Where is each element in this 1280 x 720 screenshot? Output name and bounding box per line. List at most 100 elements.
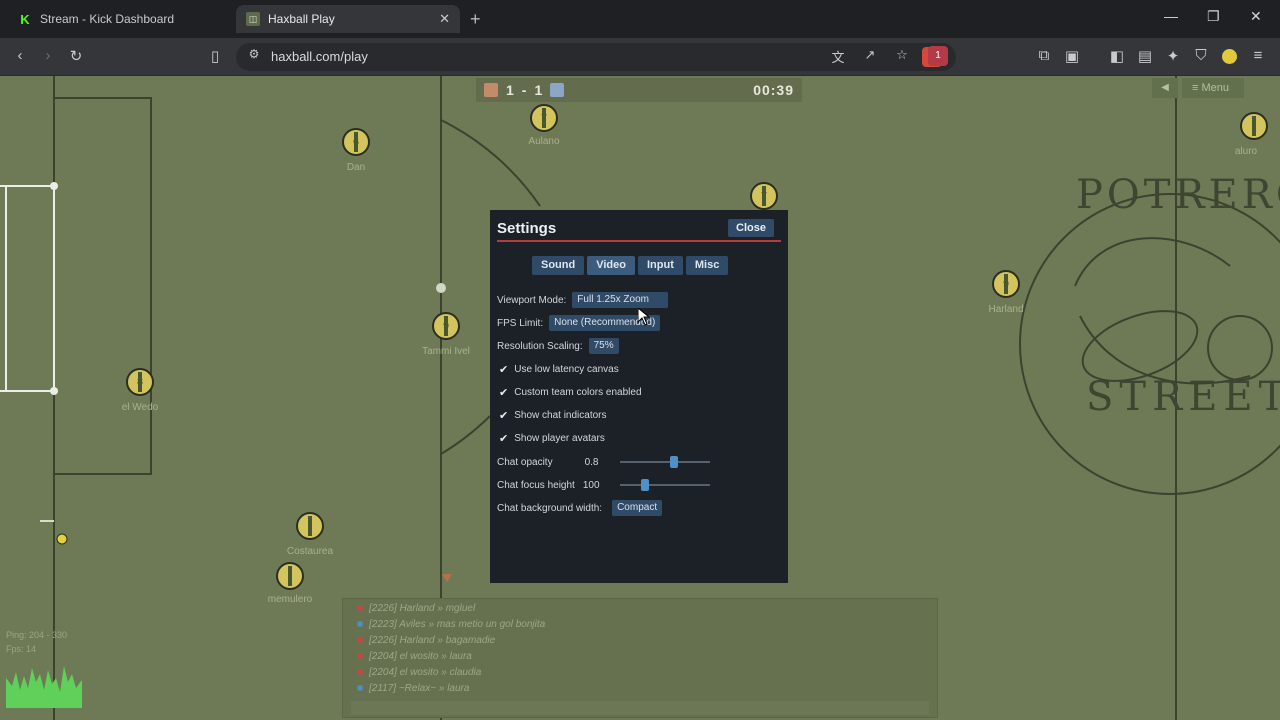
chat-focus-height-row: Chat focus height 100 bbox=[497, 477, 605, 493]
chat-background-width-select[interactable]: Compact bbox=[612, 500, 663, 516]
chat-message: [2226] Harland » bagamadie bbox=[357, 633, 495, 647]
player-name: aluro bbox=[1234, 146, 1258, 157]
title-divider bbox=[497, 240, 781, 242]
reload-icon[interactable]: ↻ bbox=[66, 47, 86, 67]
screenshot-icon[interactable]: ▣ bbox=[1062, 47, 1082, 67]
chat-message: [2223] Aviles » mas metio un gol bonjita bbox=[357, 617, 545, 631]
resolution-scaling-select[interactable]: 75% bbox=[588, 338, 619, 354]
blue-team-dot-icon bbox=[357, 685, 363, 691]
chat-focus-height-slider-handle[interactable] bbox=[641, 479, 649, 491]
forward-icon[interactable]: › bbox=[38, 47, 58, 67]
fps-graph bbox=[6, 666, 82, 708]
chat-focus-height-value: 100 bbox=[582, 479, 600, 491]
red-team-dot-icon bbox=[357, 637, 363, 643]
player-disc bbox=[296, 512, 324, 540]
chat-focus-height-slider[interactable] bbox=[620, 484, 710, 486]
checkbox-label: Show player avatars bbox=[514, 432, 605, 444]
player-number: 9 bbox=[1003, 278, 1009, 290]
sidebar-icon[interactable]: ◧ bbox=[1107, 47, 1127, 67]
chat-opacity-label: Chat opacity bbox=[497, 456, 553, 468]
window-close-icon[interactable]: ✕ bbox=[1250, 8, 1262, 25]
star-icon[interactable]: ☆ bbox=[892, 47, 912, 67]
settings-tabs: Sound Video Input Misc bbox=[532, 256, 729, 275]
tab-haxball-play[interactable]: ◫ Haxball Play ✕ bbox=[236, 5, 460, 33]
red-team-icon bbox=[484, 83, 498, 97]
checkbox-label: Use low latency canvas bbox=[514, 363, 619, 375]
extensions-icon[interactable]: ⧉ bbox=[1034, 47, 1054, 67]
tab-kick-dashboard[interactable]: K Stream - Kick Dashboard bbox=[8, 5, 232, 33]
blue-team-icon bbox=[550, 83, 565, 97]
tab-title: Stream - Kick Dashboard bbox=[40, 12, 175, 26]
tab-sound[interactable]: Sound bbox=[532, 256, 585, 275]
tab-input[interactable]: Input bbox=[637, 256, 683, 275]
player-name: Costaurea bbox=[286, 546, 334, 557]
tab-close-icon[interactable]: ✕ bbox=[439, 11, 450, 27]
chat-opacity-slider-handle[interactable] bbox=[670, 456, 678, 468]
tab-misc[interactable]: Misc bbox=[685, 256, 729, 275]
chat-focus-height-label: Chat focus height bbox=[497, 479, 575, 491]
leo-icon[interactable]: ✦ bbox=[1163, 47, 1183, 67]
chat-opacity-slider[interactable] bbox=[620, 461, 710, 463]
translate-icon[interactable]: 文 bbox=[828, 47, 848, 67]
player-disc: 6 bbox=[342, 128, 370, 156]
custom-team-colors-checkbox[interactable]: ✔ Custom team colors enabled bbox=[497, 384, 642, 400]
viewport-mode-row: Viewport Mode: Full 1.25x Zoom bbox=[497, 292, 669, 308]
chat-text: [2117] ~Relax~ » laura bbox=[369, 682, 470, 694]
minimize-icon[interactable]: — bbox=[1164, 8, 1178, 24]
restore-icon[interactable]: ❐ bbox=[1207, 8, 1220, 25]
chat-text: [2226] Harland » bagamadie bbox=[369, 634, 496, 646]
player-disc bbox=[1240, 112, 1268, 140]
wallet-icon[interactable]: ▤ bbox=[1135, 47, 1155, 67]
player-name: Tammi Ivel bbox=[422, 346, 470, 357]
chat-message: [2117] ~Relax~ » laura bbox=[357, 681, 469, 695]
fps-readout: Fps: 14 bbox=[6, 644, 37, 654]
player-disc: 9 bbox=[432, 312, 460, 340]
checkmark-icon: ✔ bbox=[499, 386, 509, 399]
share-icon[interactable]: ↗ bbox=[860, 47, 880, 67]
score-red: 1 bbox=[506, 82, 514, 98]
viewport-mode-select[interactable]: Full 1.25x Zoom bbox=[572, 292, 669, 308]
checkmark-icon: ✔ bbox=[499, 409, 509, 422]
bookmark-icon[interactable]: ▯ bbox=[205, 47, 225, 67]
haxball-favicon-icon: ◫ bbox=[246, 12, 260, 26]
chat-opacity-row: Chat opacity 0.8 bbox=[497, 454, 607, 470]
stadium-logo-bottom: STREET bbox=[1086, 374, 1280, 420]
player-avatars-checkbox[interactable]: ✔ Show player avatars bbox=[497, 430, 605, 446]
player-name: Aulano bbox=[528, 136, 560, 147]
low-latency-checkbox[interactable]: ✔ Use low latency canvas bbox=[497, 361, 619, 377]
checkbox-label: Custom team colors enabled bbox=[514, 386, 642, 398]
player-number: 9 bbox=[443, 320, 449, 332]
rewards-icon[interactable]: 1 bbox=[928, 46, 948, 66]
vpn-icon[interactable]: ⛉ bbox=[1191, 47, 1211, 67]
stadium-logo-top: POTRERO bbox=[1076, 172, 1280, 218]
chat-input[interactable] bbox=[351, 701, 929, 715]
ping-readout: Ping: 204 - 330 bbox=[6, 630, 68, 640]
player-number: 7 bbox=[761, 190, 767, 202]
tab-video[interactable]: Video bbox=[587, 256, 635, 275]
resolution-scaling-row: Resolution Scaling: 75% bbox=[497, 338, 619, 354]
back-icon[interactable]: ‹ bbox=[10, 47, 30, 67]
profile-avatar[interactable] bbox=[1222, 49, 1237, 64]
match-timer: 00:39 bbox=[753, 82, 794, 98]
player-disc: 7 bbox=[750, 182, 778, 210]
game-menu-button[interactable]: ≡ Menu bbox=[1182, 78, 1244, 98]
score-separator: - bbox=[521, 82, 527, 98]
close-button[interactable]: Close bbox=[728, 219, 774, 237]
chat-text: [2226] Harland » mgluel bbox=[369, 602, 476, 614]
browser-menu-icon[interactable]: ≡ bbox=[1248, 47, 1268, 67]
player-number: 7 bbox=[541, 112, 547, 124]
sound-toggle-icon[interactable]: ◀ bbox=[1152, 78, 1178, 98]
chat-panel: [2226] Harland » mgluel [2223] Aviles » … bbox=[342, 598, 938, 718]
red-team-dot-icon bbox=[357, 669, 363, 675]
new-tab-icon[interactable]: + bbox=[470, 9, 481, 30]
red-team-dot-icon bbox=[357, 653, 363, 659]
chat-indicators-checkbox[interactable]: ✔ Show chat indicators bbox=[497, 407, 607, 423]
player-name: Dan bbox=[346, 162, 366, 173]
kick-favicon-icon: K bbox=[18, 12, 32, 27]
site-info-icon[interactable]: ⚙ bbox=[244, 47, 264, 67]
address-bar[interactable]: ⚙ haxball.com/play 文 ↗ ☆ ◆ bbox=[236, 43, 956, 71]
chat-text: [2204] el wosito » claudia bbox=[369, 666, 482, 678]
checkmark-icon: ✔ bbox=[499, 432, 509, 445]
network-stats: Ping: 204 - 330 Fps: 14 bbox=[6, 628, 67, 656]
browser-tab-bar: K Stream - Kick Dashboard ◫ Haxball Play… bbox=[0, 0, 1280, 38]
